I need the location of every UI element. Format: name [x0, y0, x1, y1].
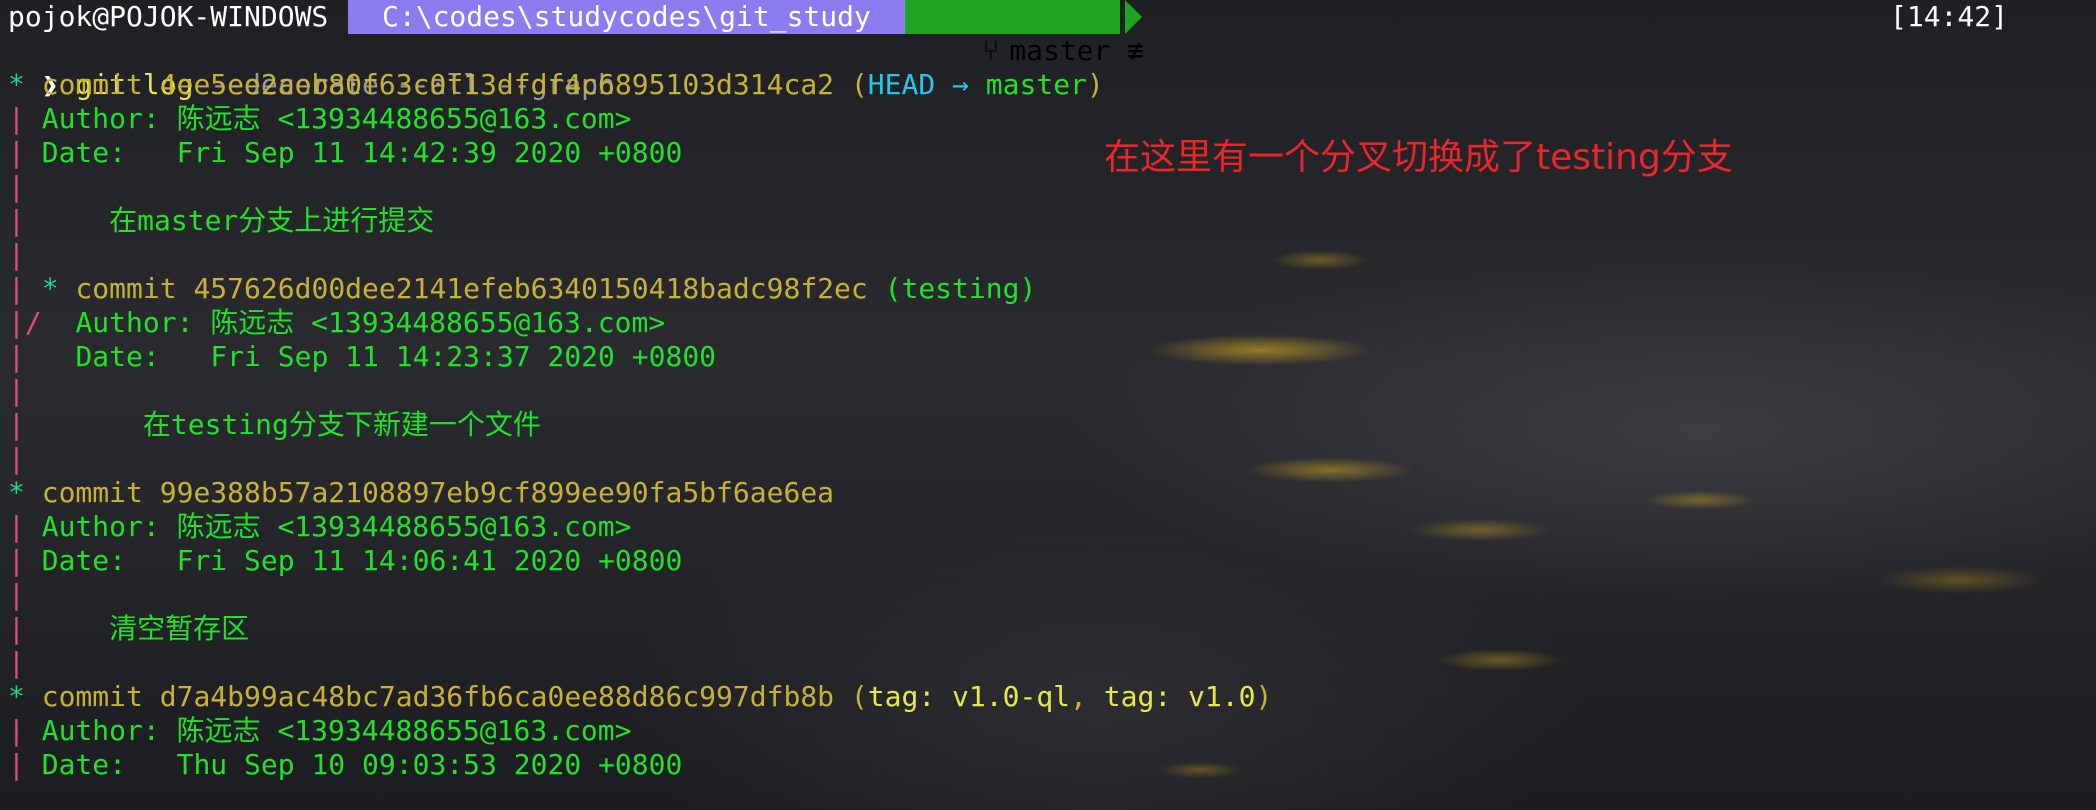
tag-ref: tag: v1.0-ql — [867, 680, 1071, 713]
user-host: pojok@POJOK-WINDOWS — [8, 0, 329, 33]
commit-label: commit — [75, 272, 177, 305]
blank-line: | — [8, 170, 25, 204]
annotation-note: 在这里有一个分叉切换成了testing分支 — [1104, 137, 1733, 178]
date-value: Thu Sep 10 09:03:53 2020 +0800 — [176, 748, 683, 781]
tag-ref: tag: v1.0 — [1103, 680, 1256, 713]
message-line: | 清空暂存区 — [8, 612, 249, 646]
blank-line: | — [8, 646, 25, 680]
ref-close: ) — [1086, 68, 1104, 101]
commit-hash: d7a4b99ac48bc7ad36fb6ca0ee88d86c997dfb8b — [159, 680, 835, 713]
date-label: Date: — [41, 136, 127, 169]
prompt-separator-3 — [1125, 0, 1142, 34]
blank-line: | — [8, 442, 25, 476]
message-line: | 在testing分支下新建一个文件 — [8, 408, 541, 442]
author-line: | Author: 陈远志 <13934488655@163.com> — [8, 510, 631, 544]
date-line: | Date: Fri Sep 11 14:06:41 2020 +0800 — [8, 544, 682, 578]
author-label: Author: — [41, 102, 160, 135]
graph-pipe: | — [8, 646, 25, 679]
graph-node: * — [8, 476, 25, 509]
commit-header: * commit d7a4b99ac48bc7ad36fb6ca0ee88d86… — [8, 680, 1272, 714]
graph-pipe: | — [8, 578, 25, 611]
commit-hash: 99e388b57a2108897eb9cf899ee90fa5bf6ae6ea — [159, 476, 835, 509]
commit-message: 在testing分支下新建一个文件 — [142, 408, 541, 441]
graph-pipe: | — [8, 544, 25, 577]
date-label: Date: — [75, 340, 160, 373]
commit-hash: 457626d00dee2141efeb6340150418badc98f2ec — [193, 272, 868, 305]
date-line: | Date: Thu Sep 10 09:03:53 2020 +0800 — [8, 748, 682, 782]
graph-merge: |/ — [8, 306, 42, 339]
graph-pipe: | — [8, 748, 25, 781]
graph-pipe: | — [8, 238, 25, 271]
head-arrow-icon: → — [952, 68, 969, 101]
commit-label: commit — [41, 68, 143, 101]
blank-line: | — [8, 374, 25, 408]
branch-ref: master — [985, 68, 1087, 101]
author-line: | Author: 陈远志 <13934488655@163.com> — [8, 102, 631, 136]
graph-node: * — [8, 68, 25, 101]
commit-header: * commit 4ee5ee2aeb80f63c0f13dfdf4c68951… — [8, 68, 1104, 102]
ref-open: ( — [850, 680, 868, 713]
graph-node: * — [41, 272, 76, 305]
graph-pipe: | — [8, 136, 25, 169]
author-line: | Author: 陈远志 <13934488655@163.com> — [8, 714, 631, 748]
author-label: Author: — [41, 714, 160, 747]
git-branch-icon: ⑂ — [982, 34, 1000, 67]
author-line: |/ Author: 陈远志 <13934488655@163.com> — [8, 306, 665, 340]
graph-pipe: | — [8, 374, 25, 407]
date-value: Fri Sep 11 14:06:41 2020 +0800 — [176, 544, 683, 577]
graph-node: * — [8, 680, 25, 713]
author-label: Author: — [75, 306, 194, 339]
blank-line: | — [8, 578, 25, 612]
author-value: 陈远志 <13934488655@163.com> — [176, 102, 632, 135]
terminal-prompt-bar: pojok@POJOK-WINDOWS C:\codes\studycodes\… — [0, 0, 2096, 67]
date-label: Date: — [41, 544, 127, 577]
current-path: C:\codes\studycodes\git_study — [348, 0, 922, 34]
commit-header: * commit 99e388b57a2108897eb9cf899ee90fa… — [8, 476, 834, 510]
graph-pipe: | — [8, 204, 25, 237]
commit-message: 清空暂存区 — [109, 612, 250, 645]
prompt-time: [14:42] — [1889, 0, 2008, 33]
graph-pipe: | — [8, 102, 25, 135]
ref-open: ( — [850, 68, 868, 101]
command-line: ❯ git log --decorate --all --graph — [8, 34, 615, 101]
git-branch-name: master ≢ — [1009, 34, 1145, 67]
message-line: | 在master分支上进行提交 — [8, 204, 434, 238]
author-label: Author: — [41, 510, 160, 543]
graph-pipe: | — [8, 510, 25, 543]
branch-ref-testing: (testing) — [884, 272, 1037, 305]
author-value: 陈远志 <13934488655@163.com> — [176, 510, 632, 543]
blank-line: | — [8, 238, 25, 272]
graph-pipe: | — [8, 714, 25, 747]
graph-pipe: | — [8, 170, 25, 203]
commit-header: | * commit 457626d00dee2141efeb634015041… — [8, 272, 1036, 306]
author-value: 陈远志 <13934488655@163.com> — [210, 306, 666, 339]
date-value: Fri Sep 11 14:23:37 2020 +0800 — [210, 340, 717, 373]
date-label: Date: — [41, 748, 127, 781]
prompt-separator-2 — [888, 0, 905, 34]
ref-close: ) — [1255, 680, 1273, 713]
date-value: Fri Sep 11 14:42:39 2020 +0800 — [176, 136, 683, 169]
head-ref: HEAD — [867, 68, 936, 101]
graph-pipe: | — [8, 408, 25, 441]
date-line: | Date: Fri Sep 11 14:23:37 2020 +0800 — [8, 340, 716, 374]
commit-label: commit — [41, 680, 143, 713]
graph-pipe: | — [8, 442, 25, 475]
ref-separator: , — [1070, 680, 1087, 713]
author-value: 陈远志 <13934488655@163.com> — [176, 714, 632, 747]
graph-pipe: | — [8, 612, 25, 645]
graph-pipe: | — [8, 340, 25, 373]
graph-pipe: | — [8, 272, 25, 305]
date-line: | Date: Fri Sep 11 14:42:39 2020 +0800 — [8, 136, 682, 170]
commit-hash: 4ee5ee2aeb80f63c0f13dfdf4c6895103d314ca2 — [159, 68, 835, 101]
commit-message: 在master分支上进行提交 — [109, 204, 435, 237]
git-branch-segment: ⑂ master ≢ — [905, 0, 1144, 67]
commit-label: commit — [41, 476, 143, 509]
